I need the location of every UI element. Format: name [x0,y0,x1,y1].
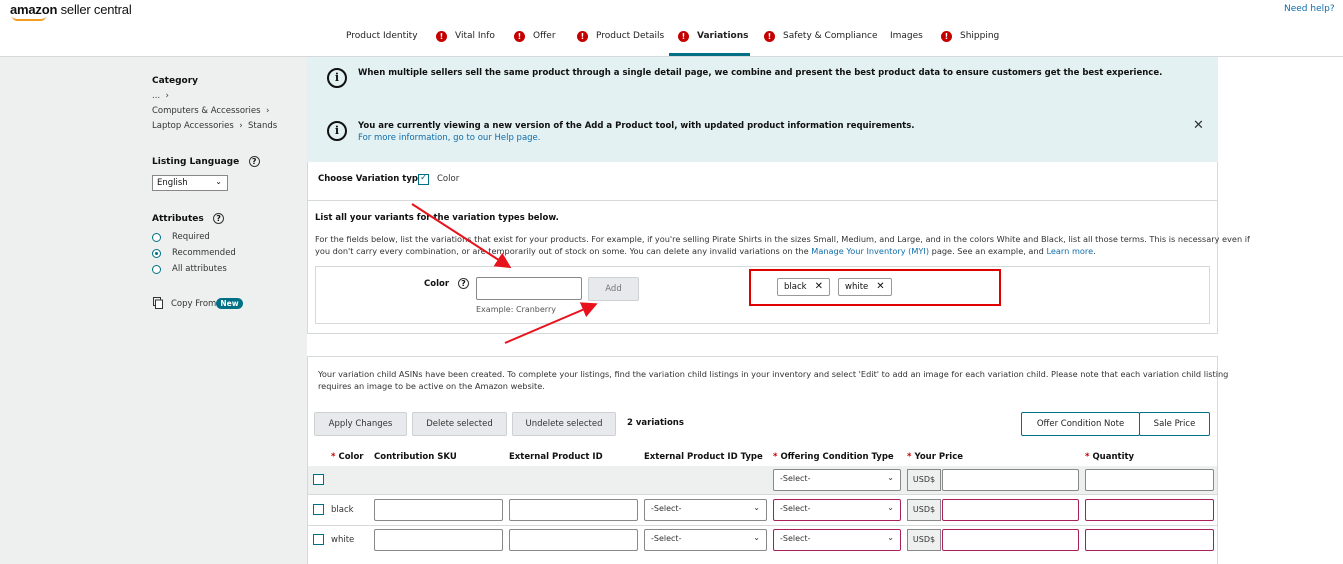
arrow-to-color-input [411,203,512,269]
arrow-to-add-button [504,302,598,344]
annotation-arrows [411,203,598,344]
